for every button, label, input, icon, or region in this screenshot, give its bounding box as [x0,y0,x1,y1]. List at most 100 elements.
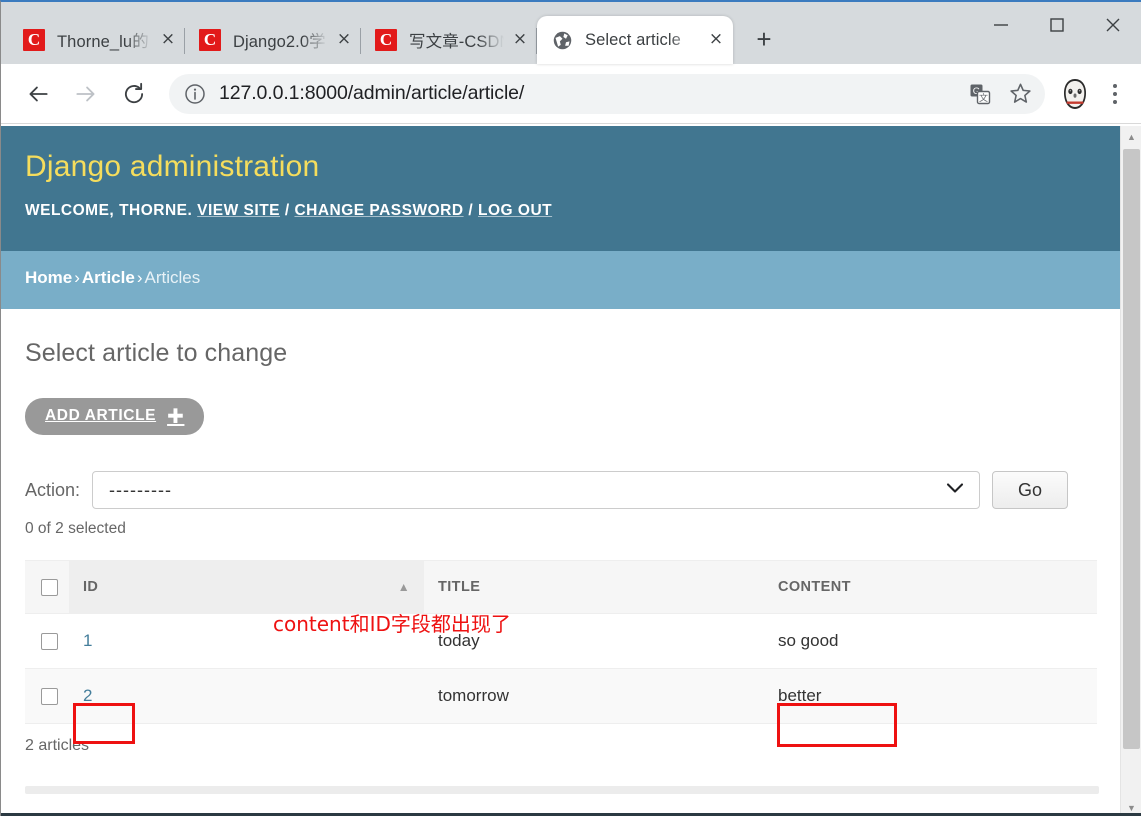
action-bar: Action: --------- Go [25,471,1097,509]
svg-text:文: 文 [979,92,988,103]
select-all-column [25,560,69,614]
add-article-label: ADD ARTICLE [45,407,157,424]
breadcrumb-current: Articles [144,268,201,287]
star-icon[interactable] [1003,77,1037,111]
minimize-icon[interactable] [973,2,1029,48]
globe-icon [551,29,573,51]
row-checkbox[interactable] [41,688,58,706]
django-header: Django administration WELCOME, THORNE. V… [1,126,1121,251]
sort-asc-icon[interactable]: ▲ [398,580,410,594]
plus-icon: ✚ [167,404,185,428]
csdn-icon: C [23,29,45,51]
chevron-down-icon [945,481,965,500]
browser-tab-3-active[interactable]: Select article × [537,16,733,64]
page-title: Select article to change [25,339,288,367]
article-link[interactable]: 2 [83,686,92,705]
browser-tab-0[interactable]: C Thorne_lu的 × [9,16,185,64]
address-bar[interactable]: 127.0.0.1:8000/admin/article/article/ G … [169,73,1045,114]
new-tab-button[interactable]: + [747,23,781,57]
article-link[interactable]: 1 [83,631,92,650]
column-label-id: ID [83,579,99,595]
separator: / [468,202,474,219]
maximize-icon[interactable] [1029,2,1085,48]
breadcrumb-home[interactable]: Home [25,268,72,287]
vertical-scrollbar[interactable]: ▲ ▼ [1120,126,1141,816]
info-circle-icon[interactable] [183,82,207,106]
view-site-link[interactable]: VIEW SITE [197,202,280,219]
go-button[interactable]: Go [992,471,1069,509]
main-content: Select article to change ADD ARTICLE ✚ A… [1,309,1121,755]
translate-icon[interactable]: G 文 [963,77,997,111]
breadcrumb: Home › Article › Articles [1,251,1121,309]
back-arrow-icon[interactable] [17,73,59,115]
breadcrumb-app[interactable]: Article [82,268,135,287]
action-select-value: --------- [109,479,172,500]
cell-title: tomorrow [424,668,764,724]
action-counter: 0 of 2 selected [25,520,126,537]
url-text[interactable]: 127.0.0.1:8000/admin/article/article/ [219,82,957,105]
scroll-up-arrow-icon[interactable]: ▲ [1121,126,1141,147]
horizontal-scrollbar[interactable] [1,780,1121,799]
reload-icon[interactable] [113,73,155,115]
tab-close-icon[interactable]: × [333,29,355,51]
table-row[interactable]: 1 today so good [25,613,1097,669]
separator: / [284,202,290,219]
table-header-row: ID ▲ TITLE CONTENT [25,560,1097,614]
cell-id: 2 [69,668,424,724]
tab-close-icon[interactable]: × [509,29,531,51]
csdn-icon: C [199,29,221,51]
result-count: 2 articles [25,737,90,754]
window-controls [973,2,1141,48]
table-row[interactable]: 2 tomorrow better [25,668,1097,724]
add-article-button[interactable]: ADD ARTICLE ✚ [25,398,205,435]
column-label-title: TITLE [438,579,481,595]
site-title: Django administration [25,150,320,183]
browser-window: C Thorne_lu的 × C Django2.0学 × C 写文章-CSDN… [0,0,1141,816]
username: THORNE [119,202,188,219]
table-head: ID ▲ TITLE CONTENT [25,560,1097,614]
page-viewport: Django administration WELCOME, THORNE. V… [1,126,1141,816]
django-admin-page: Django administration WELCOME, THORNE. V… [1,126,1121,799]
object-tools: ADD ARTICLE ✚ [25,398,1097,435]
welcome-prefix: WELCOME, [25,202,115,219]
tab-title: 写文章-CSDN [409,33,505,51]
browser-toolbar: 127.0.0.1:8000/admin/article/article/ G … [1,64,1141,124]
select-all-checkbox[interactable] [41,578,58,596]
result-list-table: ID ▲ TITLE CONTENT 1 today so good 2 tom… [25,560,1097,724]
cell-content: so good [764,613,1097,669]
tab-title: Select article [585,30,681,49]
vertical-scrollbar-thumb[interactable] [1123,149,1140,749]
cell-title: today [424,613,764,669]
cell-content: better [764,668,1097,724]
column-label-content: CONTENT [778,579,851,595]
tab-strip: C Thorne_lu的 × C Django2.0学 × C 写文章-CSDN… [1,2,1141,64]
table-body: 1 today so good 2 tomorrow better [25,613,1097,724]
browser-tab-1[interactable]: C Django2.0学 × [185,16,361,64]
row-checkbox-cell [25,613,69,669]
tab-close-icon[interactable]: × [157,29,179,51]
browser-tab-2[interactable]: C 写文章-CSDN × [361,16,537,64]
action-label: Action: [25,479,81,500]
change-password-link[interactable]: CHANGE PASSWORD [294,202,463,219]
column-header-id[interactable]: ID ▲ [69,560,424,614]
close-icon[interactable] [1085,2,1141,48]
row-checkbox-cell [25,668,69,724]
action-select[interactable]: --------- [92,471,981,509]
no-face-avatar-icon[interactable] [1055,74,1095,114]
forward-arrow-icon[interactable] [65,73,107,115]
three-dots-icon[interactable] [1099,74,1131,114]
tab-title: Thorne_lu的 [57,33,149,51]
breadcrumb-separator: › [136,268,143,287]
row-checkbox[interactable] [41,633,58,651]
user-tools: WELCOME, THORNE. VIEW SITE / CHANGE PASS… [25,202,1081,220]
period: . [187,202,193,219]
column-header-content[interactable]: CONTENT [764,560,1097,614]
cell-id: 1 [69,613,424,669]
tab-close-icon[interactable]: × [705,29,727,51]
horizontal-scrollbar-thumb[interactable] [25,786,1099,794]
column-header-title[interactable]: TITLE [424,560,764,614]
tab-title: Django2.0学 [233,33,326,51]
breadcrumb-separator: › [74,268,80,287]
log-out-link[interactable]: LOG OUT [478,202,552,219]
csdn-icon: C [375,29,397,51]
